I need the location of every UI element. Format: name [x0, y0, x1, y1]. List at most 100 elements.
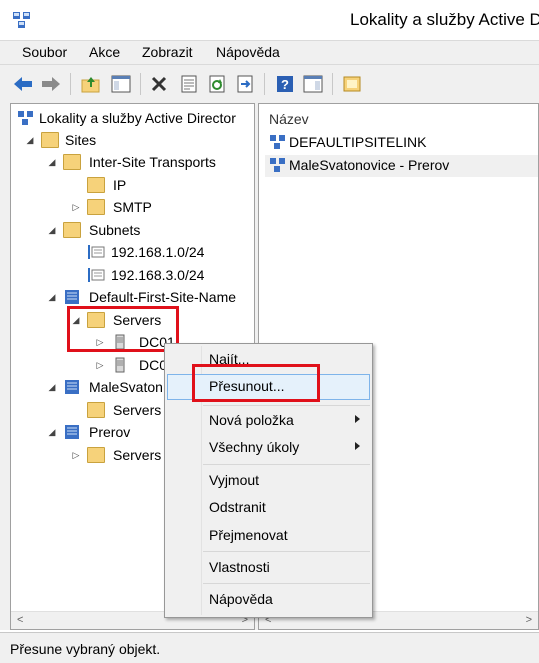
menu-item-delete[interactable]: Odstranit [167, 495, 370, 521]
menu-item-all-tasks[interactable]: Všechny úkoly [167, 435, 370, 461]
properties-icon [181, 75, 197, 93]
export-list-icon [237, 75, 253, 93]
title-bar: Lokality a služby Active D [0, 0, 539, 40]
list-item-label: DEFAULTIPSITELINK [289, 134, 427, 150]
menu-bar: Soubor Akce Zobrazit Nápověda [0, 40, 539, 65]
expanded-arrow-icon[interactable]: ◢ [47, 427, 57, 437]
menu-item-new[interactable]: Nová položka [167, 408, 370, 434]
menu-item-rename[interactable]: Přejmenovat [167, 523, 370, 549]
show-hide-tree-button[interactable] [110, 73, 132, 95]
sites-app-icon [13, 12, 30, 28]
forward-button[interactable] [40, 73, 62, 95]
toolbar-separator [140, 73, 141, 95]
expanded-arrow-icon[interactable]: ◢ [47, 382, 57, 392]
menu-item-cut[interactable]: Vyjmout [167, 468, 370, 494]
properties-sheet-button[interactable] [178, 73, 200, 95]
menu-item-label: Přejmenovat [209, 527, 288, 543]
tree-label-smtp: SMTP [113, 199, 152, 215]
menu-soubor[interactable]: Soubor [22, 44, 67, 60]
back-arrow-icon [14, 77, 32, 91]
menu-akce[interactable]: Akce [89, 44, 120, 60]
folder-icon [41, 132, 59, 148]
subnet-icon [88, 245, 105, 259]
server-icon [115, 357, 125, 373]
tree-label-servers-malesvatonovice: Servers [113, 402, 162, 418]
tree-label-dc02: DC0 [139, 357, 168, 373]
site-icon [65, 380, 79, 394]
refresh-button[interactable] [206, 73, 228, 95]
folder-icon [63, 222, 81, 238]
help-button[interactable]: ? [274, 73, 296, 95]
tree-label-root: Lokality a služby Active Director [39, 110, 236, 126]
svg-text:?: ? [281, 77, 289, 92]
collapsed-arrow-icon[interactable]: ▷ [71, 202, 81, 212]
folder-icon [63, 154, 81, 170]
up-level-button[interactable] [80, 73, 102, 95]
move-highlight-box [192, 364, 320, 402]
expanded-arrow-icon[interactable]: ◢ [47, 157, 57, 167]
expanded-arrow-icon[interactable]: ◢ [47, 292, 57, 302]
action-pane-icon [303, 75, 323, 93]
help-icon: ? [277, 76, 293, 92]
tree-label-subnet-1: 192.168.1.0/24 [111, 244, 205, 260]
sites-root-icon [18, 111, 33, 125]
collapsed-arrow-icon[interactable]: ▷ [71, 450, 81, 460]
query-icon [343, 76, 361, 92]
site-icon [65, 290, 79, 304]
menu-item-label: Všechny úkoly [209, 439, 300, 455]
menu-item-help[interactable]: Nápověda [167, 587, 370, 613]
tree-node-ip[interactable]: IP [71, 175, 221, 197]
tree-node-smtp[interactable]: ▷ SMTP [71, 197, 221, 219]
folder-icon [87, 199, 105, 215]
menu-item-label: Vyjmout [209, 472, 260, 488]
toolbar-separator [70, 73, 71, 95]
list-item[interactable]: DEFAULTIPSITELINK [265, 132, 538, 154]
query-button[interactable] [342, 73, 364, 95]
refresh-icon [209, 75, 225, 93]
menu-item-label: Nápověda [209, 591, 273, 607]
tree-label-prerov: Prerov [89, 424, 131, 440]
tree-node-sites[interactable]: ◢ Sites [25, 130, 245, 152]
scroll-right-arrow-icon[interactable]: > [526, 614, 532, 626]
menu-zobrazit[interactable]: Zobrazit [142, 44, 193, 60]
list-item[interactable]: MaleSvatonovice - Prerov [265, 155, 538, 177]
status-text: Přesune vybraný objekt. [10, 641, 161, 657]
delete-button[interactable] [148, 73, 170, 95]
tree-label-subnet-2: 192.168.3.0/24 [111, 267, 205, 283]
toolbar-separator [264, 73, 265, 95]
tree-label-ip: IP [113, 177, 127, 193]
tree-label-subnets: Subnets [89, 222, 141, 238]
menu-item-label: Odstranit [209, 499, 266, 515]
site-link-icon [270, 158, 285, 172]
menu-separator [203, 464, 370, 465]
tree-node-subnet-2[interactable]: 192.168.3.0/24 [71, 265, 251, 287]
menu-item-label: Nová položka [209, 412, 294, 428]
scroll-left-arrow-icon[interactable]: < [17, 614, 23, 626]
submenu-arrow-icon [355, 442, 360, 450]
column-header-name[interactable]: Název [269, 111, 309, 127]
toolbar-separator [332, 73, 333, 95]
folder-up-icon [81, 77, 100, 93]
folder-icon [87, 402, 105, 418]
toolbar: ? [0, 64, 539, 104]
back-button[interactable] [12, 73, 34, 95]
forward-arrow-icon [42, 77, 60, 91]
action-pane-button[interactable] [302, 73, 324, 95]
tree-node-subnets[interactable]: ◢ Subnets [47, 220, 247, 242]
menu-separator [203, 405, 370, 406]
list-item-label: MaleSvatonovice - Prerov [289, 157, 450, 173]
tree-label-default-first-site: Default-First-Site-Name [89, 289, 237, 305]
tree-node-subnet-1[interactable]: 192.168.1.0/24 [71, 242, 251, 264]
delete-x-icon [151, 76, 167, 92]
expanded-arrow-icon[interactable]: ◢ [47, 225, 57, 235]
subnet-icon [88, 268, 105, 282]
servers-highlight-box [67, 306, 179, 352]
menu-separator [203, 551, 370, 552]
collapsed-arrow-icon[interactable]: ▷ [95, 360, 105, 370]
menu-napoveda[interactable]: Nápověda [216, 44, 280, 60]
tree-node-root[interactable]: Lokality a služby Active Director [15, 108, 254, 130]
export-list-button[interactable] [234, 73, 256, 95]
menu-item-properties[interactable]: Vlastnosti [167, 555, 370, 581]
expanded-arrow-icon[interactable]: ◢ [25, 135, 35, 145]
tree-node-inter-site-transports[interactable]: ◢ Inter-Site Transports [47, 152, 247, 174]
